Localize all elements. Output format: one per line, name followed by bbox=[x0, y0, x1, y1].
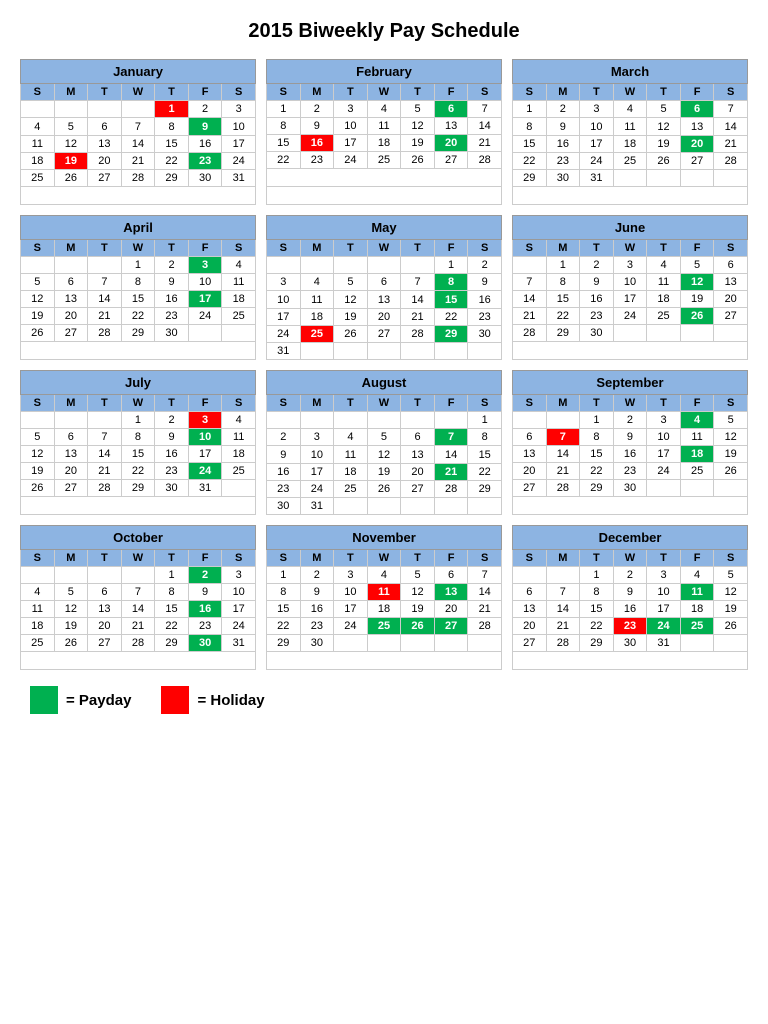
table-row: 4 bbox=[21, 118, 55, 135]
holiday-color-box bbox=[161, 686, 189, 714]
table-row: 17 bbox=[222, 135, 256, 152]
table-row: 1 bbox=[155, 101, 189, 118]
table-row: 13 bbox=[88, 135, 122, 152]
table-row: 15 bbox=[155, 135, 189, 152]
table-row: 10 bbox=[222, 118, 256, 135]
table-row: 21 bbox=[121, 152, 155, 169]
table-row: 28 bbox=[121, 169, 155, 186]
month-name-september: September bbox=[513, 371, 748, 395]
table-row: 5 bbox=[54, 118, 88, 135]
month-december: December SMTWTFS 12345 6789101112 131415… bbox=[512, 525, 748, 670]
month-name-february: February bbox=[267, 60, 502, 84]
table-row: 14 bbox=[121, 135, 155, 152]
table-row: 24 bbox=[222, 152, 256, 169]
month-august: August SMTWTFS 1 2345678 9101112131415 1… bbox=[266, 370, 502, 515]
table-row: 7 bbox=[121, 118, 155, 135]
table-row: 31 bbox=[222, 169, 256, 186]
table-row: 3 bbox=[222, 101, 256, 118]
table-row: 18 bbox=[21, 152, 55, 169]
table-row: 12 bbox=[54, 135, 88, 152]
month-february: February SMTWTFS 1234567 891011121314 15… bbox=[266, 59, 502, 205]
legend: = Payday = Holiday bbox=[20, 686, 748, 714]
table-row: 2 bbox=[188, 101, 222, 118]
table-row: 30 bbox=[188, 169, 222, 186]
month-name-march: March bbox=[513, 60, 748, 84]
table-row: 26 bbox=[54, 169, 88, 186]
page-title: 2015 Biweekly Pay Schedule bbox=[20, 20, 748, 43]
month-october: October SMTWTFS 123 45678910 11121314151… bbox=[20, 525, 256, 670]
table-row: 29 bbox=[155, 169, 189, 186]
month-name-november: November bbox=[267, 526, 502, 550]
table-row bbox=[54, 101, 88, 118]
table-row: 9 bbox=[188, 118, 222, 135]
table-row bbox=[121, 101, 155, 118]
month-name-august: August bbox=[267, 371, 502, 395]
table-row: 25 bbox=[21, 169, 55, 186]
table-row: 27 bbox=[88, 169, 122, 186]
day-header: T bbox=[155, 84, 189, 101]
day-header: S bbox=[21, 84, 55, 101]
table-row: 20 bbox=[88, 152, 122, 169]
month-name-july: July bbox=[21, 371, 256, 395]
table-row: 23 bbox=[188, 152, 222, 169]
month-january: January S M T W T F S 1 2 3 4 5 6 7 8 9 … bbox=[20, 59, 256, 205]
day-header: F bbox=[188, 84, 222, 101]
day-header: T bbox=[88, 84, 122, 101]
month-november: November SMTWTFS 1234567 891011121314 15… bbox=[266, 525, 502, 670]
holiday-legend-item: = Holiday bbox=[161, 686, 264, 714]
table-row bbox=[21, 101, 55, 118]
month-june: June SMTWTFS 123456 78910111213 14151617… bbox=[512, 215, 748, 360]
calendar-grid: January S M T W T F S 1 2 3 4 5 6 7 8 9 … bbox=[20, 59, 748, 670]
month-name-april: April bbox=[21, 216, 256, 240]
month-may: May SMTWTFS 12 3456789 10111213141516 17… bbox=[266, 215, 502, 360]
payday-label: = Payday bbox=[66, 692, 131, 709]
holiday-label: = Holiday bbox=[197, 692, 264, 709]
payday-color-box bbox=[30, 686, 58, 714]
day-header: M bbox=[54, 84, 88, 101]
table-row: 22 bbox=[155, 152, 189, 169]
table-row bbox=[88, 101, 122, 118]
month-name-may: May bbox=[267, 216, 502, 240]
table-row: 8 bbox=[155, 118, 189, 135]
month-september: September SMTWTFS 12345 6789101112 13141… bbox=[512, 370, 748, 515]
month-april: April SMTWTFS 1234 567891011 12131415161… bbox=[20, 215, 256, 360]
month-march: March SMTWTFS 1234567 891011121314 15161… bbox=[512, 59, 748, 205]
month-name-june: June bbox=[513, 216, 748, 240]
payday-legend-item: = Payday bbox=[30, 686, 131, 714]
table-row: 19 bbox=[54, 152, 88, 169]
table-row: 6 bbox=[88, 118, 122, 135]
table-row: 11 bbox=[21, 135, 55, 152]
day-header: S bbox=[222, 84, 256, 101]
month-name-january: January bbox=[21, 60, 256, 84]
day-header: W bbox=[121, 84, 155, 101]
month-name-december: December bbox=[513, 526, 748, 550]
month-name-october: October bbox=[21, 526, 256, 550]
table-row: 16 bbox=[188, 135, 222, 152]
month-july: July SMTWTFS 1234 567891011 121314151617… bbox=[20, 370, 256, 515]
